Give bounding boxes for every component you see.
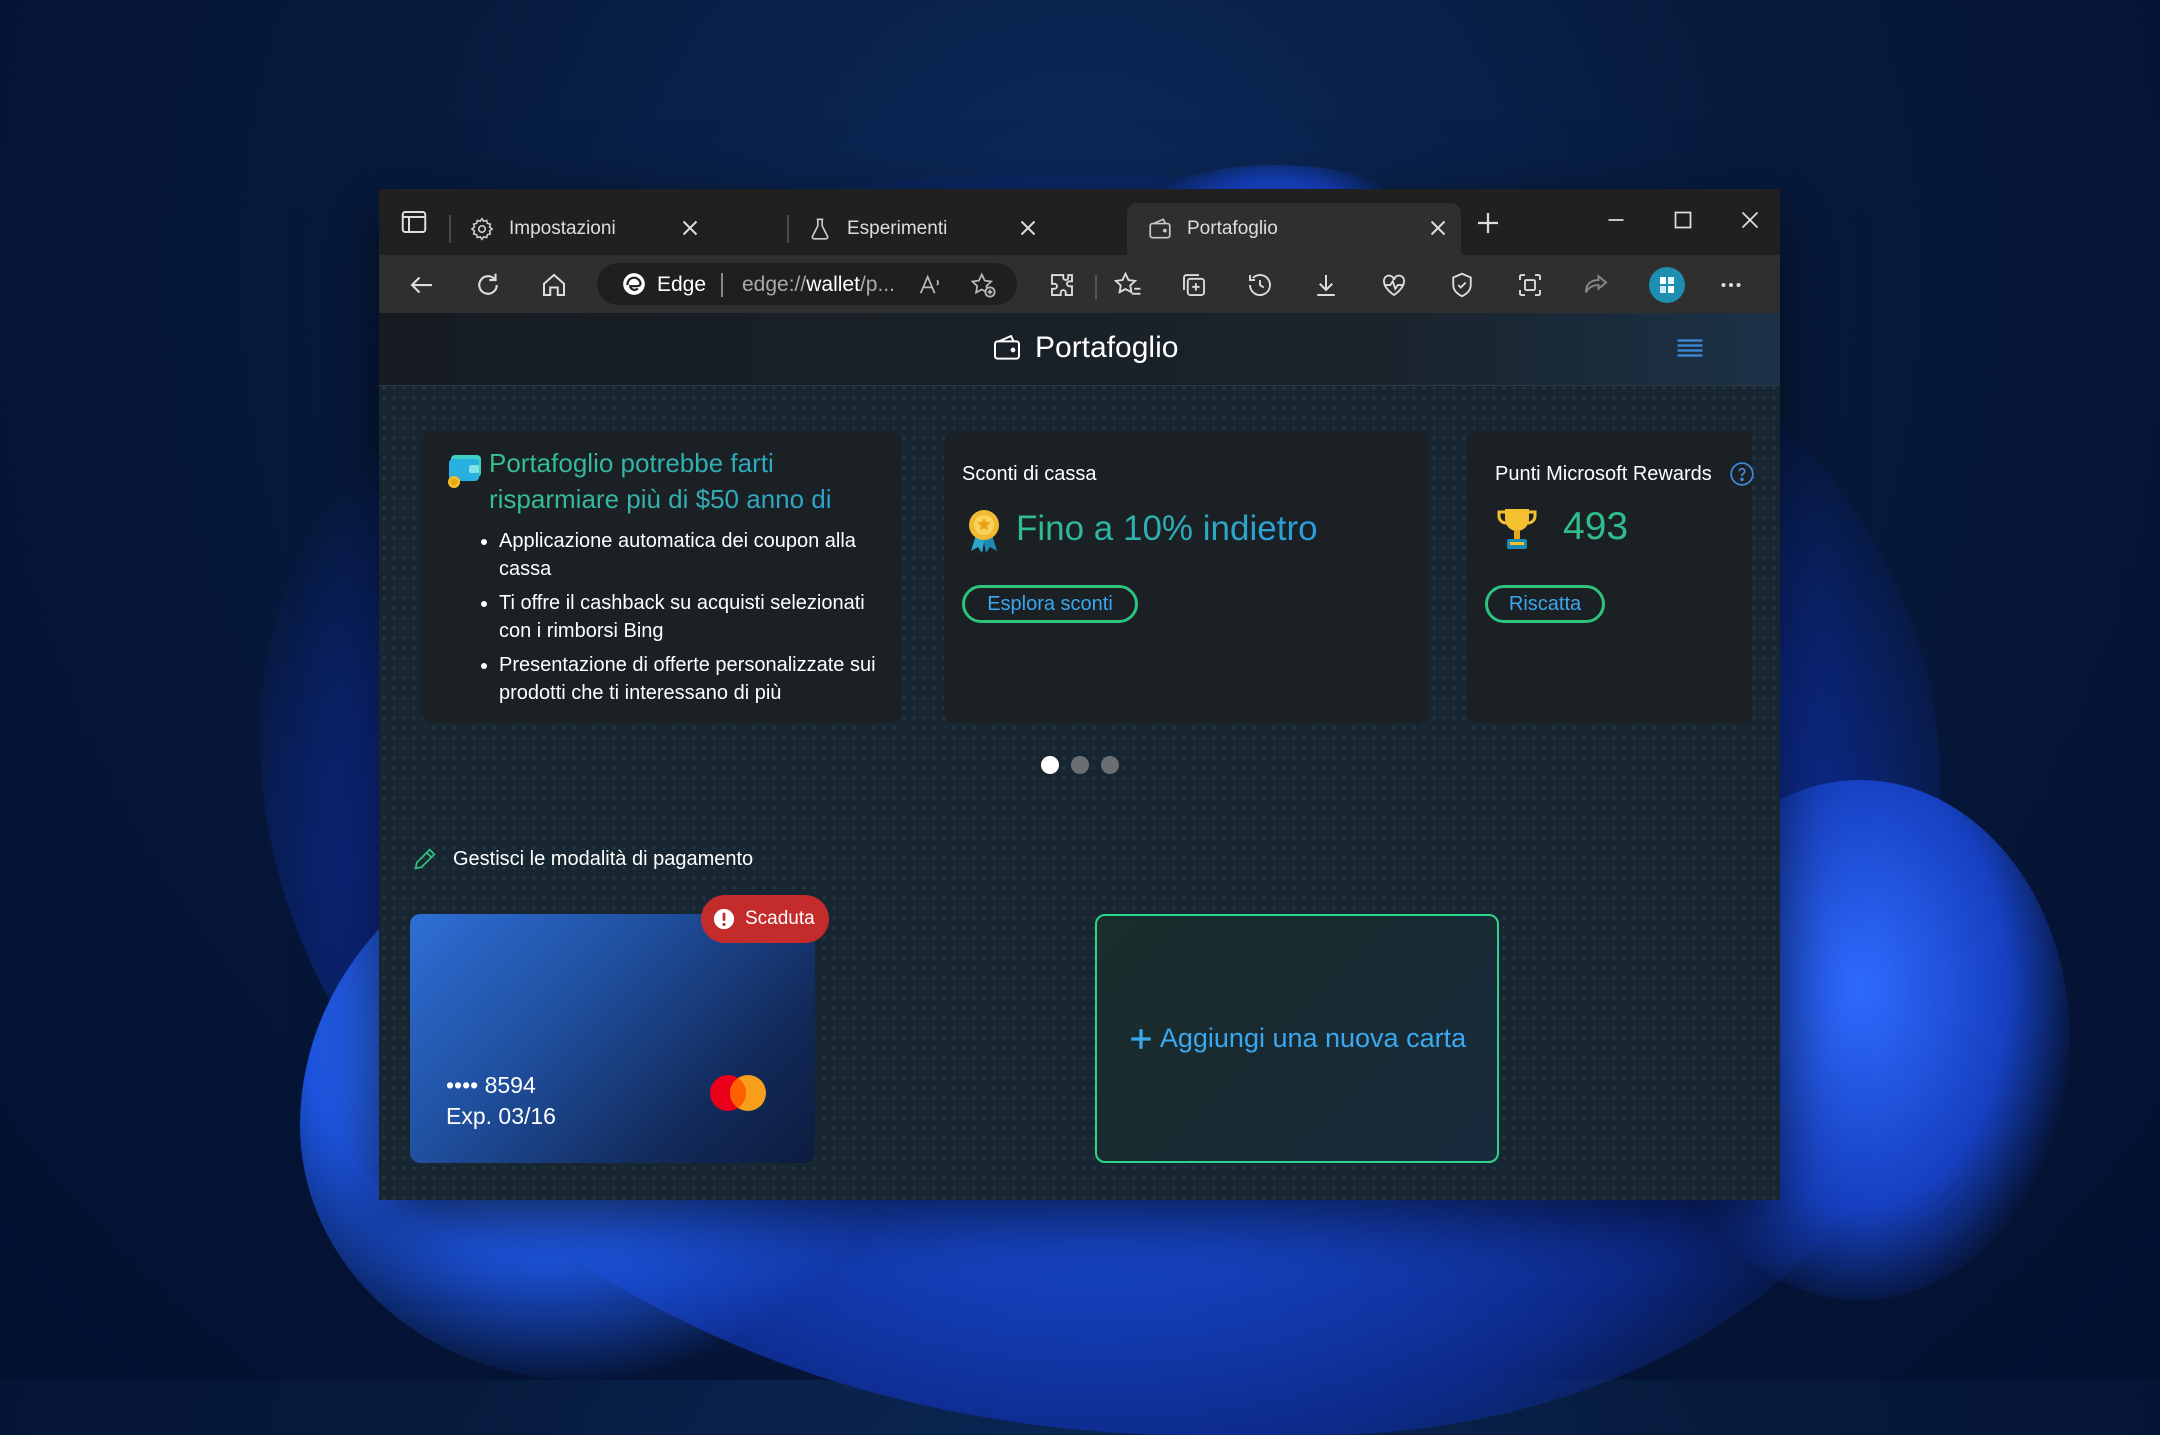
close-window-icon[interactable] [1735, 205, 1765, 235]
plus-icon [1128, 1026, 1154, 1052]
discounts-heading: Sconti di cassa [962, 463, 1097, 485]
address-separator [721, 273, 723, 297]
expired-badge-label: Scaduta [745, 908, 815, 929]
promo-card: Portafoglio potrebbe farti risparmiare p… [421, 431, 901, 723]
tab-bar: Impostazioni Esperimenti Portafoglio [379, 189, 1780, 255]
manage-payments-link[interactable]: Gestisci le modalità di pagamento [411, 845, 753, 873]
wallet-page: Portafoglio Portafoglio potrebbe farti r… [379, 313, 1780, 1200]
edge-logo-icon [621, 271, 647, 297]
tab-label: Portafoglio [1187, 218, 1278, 239]
add-favorite-icon[interactable] [969, 271, 997, 299]
new-tab-icon[interactable] [1473, 208, 1503, 238]
trophy-icon [1495, 503, 1539, 555]
browser-essentials-icon[interactable] [1447, 270, 1477, 300]
redeem-button[interactable]: Riscatta [1485, 585, 1605, 623]
alert-icon [713, 908, 735, 930]
tab-label: Esperimenti [847, 218, 948, 239]
wallet-coins-icon [443, 449, 485, 491]
close-tab-icon[interactable] [677, 215, 703, 241]
address-url[interactable]: edge://wallet/p... [742, 273, 895, 297]
promo-bullets: Applicazione automatica dei coupon alla … [481, 527, 899, 713]
close-tab-icon[interactable] [1425, 215, 1451, 241]
promo-bullet: Applicazione automatica dei coupon alla … [499, 527, 899, 583]
add-card-label: Aggiungi una nuova carta [1159, 1023, 1467, 1053]
performance-icon[interactable] [1379, 270, 1409, 300]
carousel-dot[interactable] [1041, 756, 1059, 774]
back-icon[interactable] [407, 270, 437, 300]
help-icon[interactable] [1729, 461, 1755, 487]
rewards-card: Punti Microsoft Rewards 493 Riscatta [1467, 431, 1755, 723]
refresh-icon[interactable] [473, 270, 503, 300]
page-title-text: Portafoglio [1035, 331, 1179, 364]
collections-icon[interactable] [1179, 270, 1209, 300]
downloads-icon[interactable] [1311, 270, 1341, 300]
browser-window: Impostazioni Esperimenti Portafoglio Edg… [379, 189, 1780, 1200]
page-header: Portafoglio [379, 313, 1780, 386]
extensions-icon[interactable] [1047, 270, 1077, 300]
carousel-dot[interactable] [1071, 756, 1089, 774]
profile-avatar[interactable] [1649, 267, 1685, 303]
carousel-pagination [1041, 756, 1119, 774]
discounts-card: Sconti di cassa Fino a 10% indietro Espl… [944, 431, 1429, 723]
promo-title: Portafoglio potrebbe farti risparmiare p… [489, 445, 879, 517]
card-number: •••• 8594 [446, 1072, 536, 1098]
wallet-icon [1147, 216, 1173, 242]
tab-portafoglio[interactable]: Portafoglio [1127, 203, 1461, 255]
read-aloud-icon[interactable] [916, 271, 944, 299]
screenshot-icon[interactable] [1515, 270, 1545, 300]
carousel-dot[interactable] [1101, 756, 1119, 774]
favorites-icon[interactable] [1113, 270, 1143, 300]
mastercard-logo-icon [706, 1072, 770, 1114]
tab-label: Impostazioni [509, 218, 616, 239]
medal-icon [962, 505, 1006, 555]
maximize-icon[interactable] [1668, 205, 1698, 235]
more-options-icon[interactable] [1716, 270, 1746, 300]
browser-toolbar: Edge edge://wallet/p... [379, 255, 1780, 313]
rewards-points: 493 [1563, 505, 1629, 548]
promo-bullet: Presentazione di offerte personalizzate … [499, 651, 899, 707]
wallet-icon [991, 332, 1023, 364]
page-title: Portafoglio [991, 331, 1178, 365]
tab-impostazioni[interactable]: Impostazioni [449, 203, 713, 255]
add-card-button[interactable]: Aggiungi una nuova carta [1095, 914, 1499, 1163]
pencil-icon [411, 845, 439, 873]
hamburger-menu-icon[interactable] [1675, 335, 1705, 361]
toolbar-separator [1095, 275, 1097, 299]
share-icon[interactable] [1581, 270, 1611, 300]
rewards-heading: Punti Microsoft Rewards [1495, 463, 1712, 485]
explore-discounts-button[interactable]: Esplora sconti [962, 585, 1138, 623]
flask-icon [807, 216, 833, 242]
manage-payments-label: Gestisci le modalità di pagamento [453, 847, 754, 870]
minimize-icon[interactable] [1601, 205, 1631, 235]
expired-badge: Scaduta [701, 895, 829, 943]
tab-actions-icon[interactable] [399, 207, 429, 237]
address-brand: Edge [657, 273, 707, 296]
address-bar[interactable]: Edge edge://wallet/p... [597, 263, 1017, 305]
discounts-value: Fino a 10% indietro [1016, 509, 1318, 548]
tab-esperimenti[interactable]: Esperimenti [787, 203, 1051, 255]
payment-card[interactable]: •••• 8594 Exp. 03/16 [410, 914, 815, 1163]
promo-bullet: Ti offre il cashback su acquisti selezio… [499, 589, 899, 645]
card-expiry: Exp. 03/16 [446, 1103, 556, 1129]
close-tab-icon[interactable] [1015, 215, 1041, 241]
home-icon[interactable] [539, 270, 569, 300]
history-icon[interactable] [1245, 270, 1275, 300]
gear-icon [469, 216, 495, 242]
